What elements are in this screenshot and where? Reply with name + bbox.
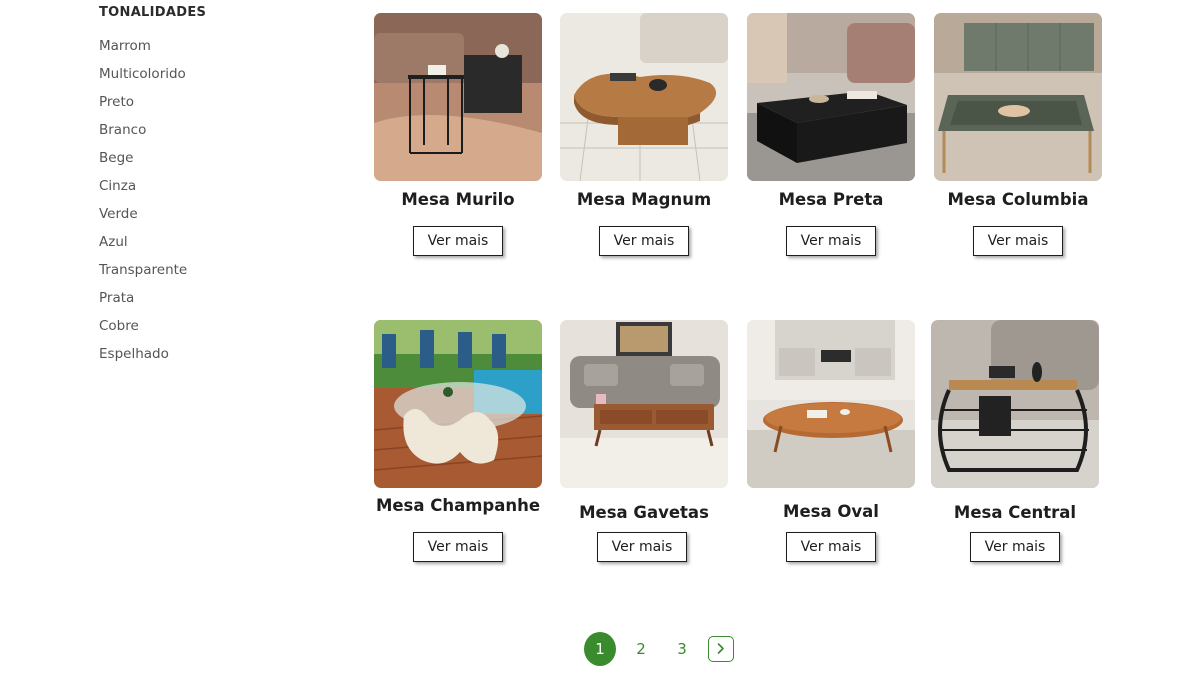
filter-list: Marrom Multicolorido Preto Branco Bege C…: [99, 38, 319, 374]
product-image[interactable]: [747, 13, 915, 181]
ver-mais-button[interactable]: Ver mais: [973, 226, 1063, 256]
page-3-button[interactable]: 3: [666, 632, 698, 666]
product-card: Mesa Oval Ver mais: [747, 320, 915, 562]
ver-mais-button[interactable]: Ver mais: [970, 532, 1060, 562]
filter-item-bege[interactable]: Bege: [99, 150, 319, 178]
filter-item-preto[interactable]: Preto: [99, 94, 319, 122]
product-card: Mesa Columbia Ver mais: [934, 13, 1102, 256]
product-card: Mesa Murilo Ver mais: [374, 13, 542, 256]
ver-mais-button[interactable]: Ver mais: [413, 532, 503, 562]
product-image[interactable]: [931, 320, 1099, 488]
filter-item-prata[interactable]: Prata: [99, 290, 319, 318]
filter-title: TONALIDADES: [99, 5, 207, 20]
ver-mais-button[interactable]: Ver mais: [413, 226, 503, 256]
page-2-button[interactable]: 2: [625, 632, 657, 666]
product-image[interactable]: [374, 320, 542, 488]
ver-mais-button[interactable]: Ver mais: [597, 532, 687, 562]
product-card: Mesa Magnum Ver mais: [560, 13, 728, 256]
page-1-button[interactable]: 1: [584, 632, 616, 666]
product-name: Mesa Gavetas: [579, 503, 709, 522]
product-name: Mesa Magnum: [576, 190, 712, 209]
product-name: Mesa Champanhe: [375, 496, 541, 515]
filter-sidebar: TONALIDADES Marrom Multicolorido Preto B…: [99, 5, 319, 374]
filter-item-multicolorido[interactable]: Multicolorido: [99, 66, 319, 94]
product-card: Mesa Preta Ver mais: [747, 13, 915, 256]
product-name: Mesa Columbia: [947, 190, 1089, 209]
product-name: Mesa Oval: [783, 502, 879, 521]
product-image[interactable]: [560, 13, 728, 181]
ver-mais-button[interactable]: Ver mais: [599, 226, 689, 256]
ver-mais-button[interactable]: Ver mais: [786, 532, 876, 562]
filter-item-marrom[interactable]: Marrom: [99, 38, 319, 66]
filter-item-transparente[interactable]: Transparente: [99, 262, 319, 290]
product-name: Mesa Preta: [778, 190, 884, 209]
ver-mais-button[interactable]: Ver mais: [786, 226, 876, 256]
next-page-button[interactable]: [708, 636, 734, 662]
product-image[interactable]: [374, 13, 542, 181]
product-name: Mesa Central: [953, 503, 1077, 522]
filter-item-espelhado[interactable]: Espelhado: [99, 346, 319, 374]
product-image[interactable]: [934, 13, 1102, 181]
product-card: Mesa Champanhe Ver mais: [374, 320, 542, 562]
product-name: Mesa Murilo: [401, 190, 515, 209]
chevron-right-icon: [709, 637, 733, 660]
filter-item-azul[interactable]: Azul: [99, 234, 319, 262]
product-card: Mesa Central Ver mais: [931, 320, 1099, 562]
filter-item-branco[interactable]: Branco: [99, 122, 319, 150]
filter-item-verde[interactable]: Verde: [99, 206, 319, 234]
product-image[interactable]: [747, 320, 915, 488]
filter-item-cinza[interactable]: Cinza: [99, 178, 319, 206]
product-image[interactable]: [560, 320, 728, 488]
product-card: Mesa Gavetas Ver mais: [560, 320, 728, 562]
filter-item-cobre[interactable]: Cobre: [99, 318, 319, 346]
